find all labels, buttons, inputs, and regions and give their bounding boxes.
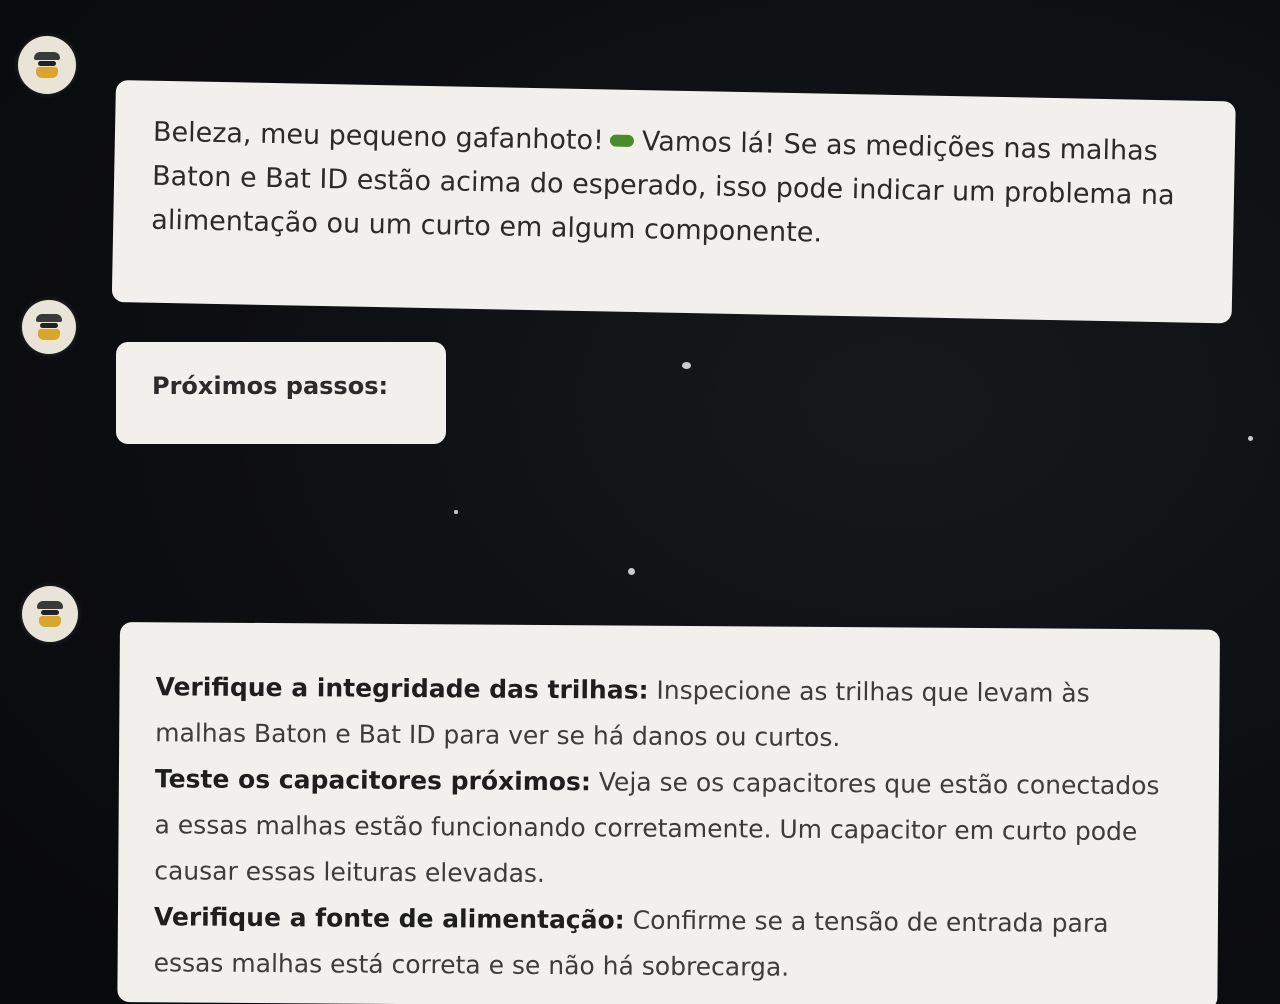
minion-icon <box>34 314 64 340</box>
step-title: Teste os capacitores próximos: <box>154 764 591 797</box>
message-bubble-steps: Verifique a integridade das trilhas: Ins… <box>117 622 1220 1004</box>
minion-icon <box>35 601 65 627</box>
grasshopper-icon <box>609 133 635 147</box>
minion-icon <box>32 52 62 78</box>
screen-speck <box>682 362 691 369</box>
next-steps-heading: Próximos passos: <box>152 372 389 400</box>
step-item: Verifique a fonte de alimentação: Confir… <box>153 894 1178 993</box>
step-item: Teste os capacitores próximos: Veja se o… <box>154 756 1179 901</box>
chat-conversation: Beleza, meu pequeno gafanhoto! Vamos lá! … <box>0 0 1280 1004</box>
screen-speck <box>1248 436 1253 441</box>
step-title: Verifique a integridade das trilhas: <box>155 672 649 705</box>
screen-speck <box>454 510 458 514</box>
bot-avatar <box>22 586 78 642</box>
step-title: Verifique a fonte de alimentação: <box>153 902 625 935</box>
message-bubble-heading: Próximos passos: <box>116 342 446 444</box>
screen-speck <box>628 568 635 575</box>
message-text: Beleza, meu pequeno gafanhoto! <box>152 116 605 157</box>
bot-avatar <box>18 36 76 94</box>
step-item: Verifique a integridade das trilhas: Ins… <box>155 664 1180 763</box>
bot-avatar <box>22 300 76 354</box>
message-bubble-intro: Beleza, meu pequeno gafanhoto! Vamos lá! … <box>111 80 1236 324</box>
